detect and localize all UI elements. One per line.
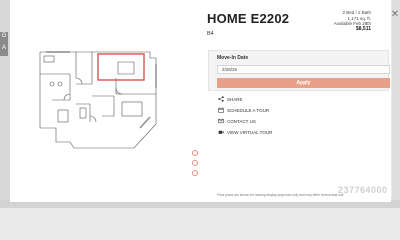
contact-us-label: CONTACT US: [227, 118, 256, 124]
gallery-dot[interactable]: [192, 170, 198, 176]
floorplan-modal: ✕ HOME E2202 B4 2 Bed / 2 Bath 1,171 sq.…: [10, 0, 399, 202]
virtual-tour-label: VIEW VIRTUAL TOUR: [227, 129, 273, 135]
video-icon: [218, 130, 224, 134]
calendar-icon: [218, 107, 224, 113]
watermark: 237764000: [338, 185, 388, 195]
side-tab-1[interactable]: G: [0, 32, 8, 44]
move-in-date-input[interactable]: 2/28/26: [217, 65, 390, 74]
floor-plan-drawing: [39, 51, 157, 149]
backdrop-right: [392, 0, 400, 208]
highlighted-room: [97, 53, 145, 81]
side-tab-2[interactable]: A: [0, 44, 8, 56]
schedule-tour-label: SCHEDULE A TOUR: [227, 107, 270, 113]
mail-icon: [218, 118, 224, 124]
price: $8,511: [355, 25, 371, 32]
contact-us-button[interactable]: CONTACT US: [218, 118, 256, 124]
share-button[interactable]: SHARE: [218, 96, 243, 102]
plan-code: B4: [207, 31, 214, 37]
apply-button[interactable]: Apply: [217, 78, 390, 88]
gallery-dot[interactable]: [192, 160, 198, 166]
virtual-tour-button[interactable]: VIEW VIRTUAL TOUR: [218, 129, 272, 135]
close-icon[interactable]: ✕: [390, 10, 400, 20]
share-label: SHARE: [227, 96, 243, 102]
move-in-panel: Move-In Date 2/28/26 Apply: [208, 50, 390, 91]
unit-meta: 2 Bed / 2 Bath 1,171 sq. ft. Available F…: [334, 10, 371, 32]
gallery-dot[interactable]: [192, 150, 198, 156]
share-icon: [218, 96, 224, 102]
move-in-label: Move-In Date: [217, 55, 249, 61]
schedule-tour-button[interactable]: SCHEDULE A TOUR: [218, 107, 269, 113]
unit-title: HOME E2202: [207, 11, 290, 26]
disclaimer: Floor plans are shown for leasing displa…: [217, 193, 344, 197]
floor-plan-image: [30, 44, 170, 154]
